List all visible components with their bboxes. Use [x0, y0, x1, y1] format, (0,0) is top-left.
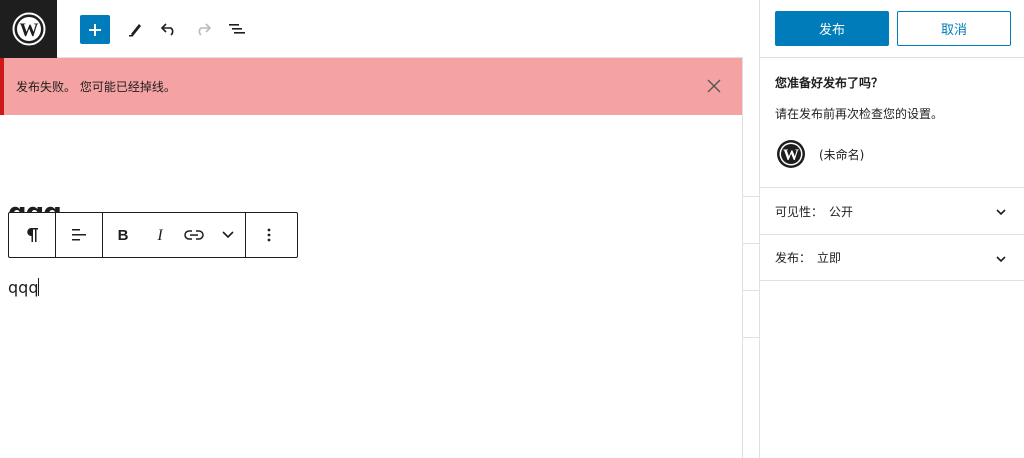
publish-time-label: 发布： — [775, 251, 812, 265]
svg-text:W: W — [783, 147, 799, 164]
more-options-icon — [267, 228, 271, 242]
publish-prompt-description: 请在发布前再次检查您的设置。 — [775, 107, 944, 121]
editor-header: W — [0, 0, 760, 58]
wordpress-icon: W — [12, 12, 45, 46]
text-caret — [38, 278, 40, 296]
chevron-down-icon — [222, 231, 234, 239]
editor-canvas[interactable]: qqq — [0, 115, 742, 458]
gutter — [743, 0, 759, 458]
block-type-button[interactable] — [9, 213, 55, 257]
cancel-button[interactable]: 取消 — [897, 11, 1011, 46]
chevron-down-icon — [996, 209, 1006, 216]
italic-icon: I — [156, 227, 163, 243]
link-button[interactable] — [177, 213, 211, 257]
block-options-button[interactable] — [246, 213, 292, 257]
add-block-button[interactable] — [80, 15, 110, 44]
redo-icon — [198, 23, 212, 36]
gutter-line — [743, 196, 759, 197]
list-view-icon — [229, 24, 245, 34]
publish-panel: 发布 取消 您准备好发布了吗？ 请在发布前再次检查您的设置。 W (未命名) 可… — [760, 0, 1024, 458]
wordpress-icon: W — [777, 140, 805, 168]
link-icon — [184, 230, 204, 240]
gutter-line — [743, 337, 759, 338]
site-icon: W — [775, 138, 807, 170]
visibility-row[interactable]: 可见性： 公开 — [760, 187, 1024, 234]
redo-button[interactable] — [188, 15, 218, 43]
wordpress-logo-button[interactable]: W — [0, 0, 57, 58]
bold-icon: B — [118, 227, 129, 243]
paragraph-block[interactable]: qqq — [8, 278, 40, 297]
block-type-group — [9, 213, 56, 257]
block-toolbar: B I — [8, 212, 298, 258]
site-name: (未命名) — [819, 147, 865, 162]
bold-button[interactable]: B — [103, 213, 143, 257]
format-group: B I — [103, 213, 246, 257]
gutter-line — [743, 243, 759, 244]
list-view-button[interactable] — [222, 15, 252, 43]
edit-pencil-icon — [129, 24, 141, 37]
undo-button[interactable] — [154, 15, 184, 43]
publish-time-row[interactable]: 发布： 立即 — [760, 234, 1024, 281]
error-notice: 发布失败。 您可能已经掉线。 — [0, 58, 742, 115]
undo-icon — [160, 23, 174, 36]
notice-close-button[interactable] — [704, 76, 724, 96]
svg-text:I: I — [156, 227, 163, 243]
publish-prompt-title: 您准备好发布了吗？ — [775, 76, 884, 90]
more-formats-button[interactable] — [211, 213, 245, 257]
visibility-label: 可见性： — [775, 204, 824, 219]
block-editor: W 发布失败。 您可能已经掉线。 B I qqq 发布 取消 您准备好发布了吗？… — [0, 0, 1024, 458]
publish-panel-header: 发布 取消 — [760, 0, 1024, 58]
notice-message: 发布失败。 您可能已经掉线。 — [16, 80, 176, 94]
italic-button[interactable]: I — [143, 213, 177, 257]
publish-button[interactable]: 发布 — [775, 11, 889, 46]
paragraph-icon — [27, 228, 38, 242]
publish-time-value: 立即 — [817, 251, 842, 265]
svg-text:W: W — [19, 20, 38, 41]
align-button[interactable] — [56, 213, 102, 257]
add-block-icon — [89, 23, 101, 36]
options-group — [246, 213, 292, 257]
align-left-icon — [72, 229, 86, 241]
chevron-down-icon — [996, 256, 1006, 263]
visibility-value: 公开 — [829, 204, 854, 219]
tools-button[interactable] — [120, 15, 150, 43]
paragraph-text: qqq — [8, 278, 39, 297]
svg-text:B: B — [118, 227, 129, 243]
align-group — [56, 213, 103, 257]
site-info: W (未命名) — [775, 138, 1015, 170]
gutter-line — [743, 290, 759, 291]
close-icon — [707, 79, 721, 93]
